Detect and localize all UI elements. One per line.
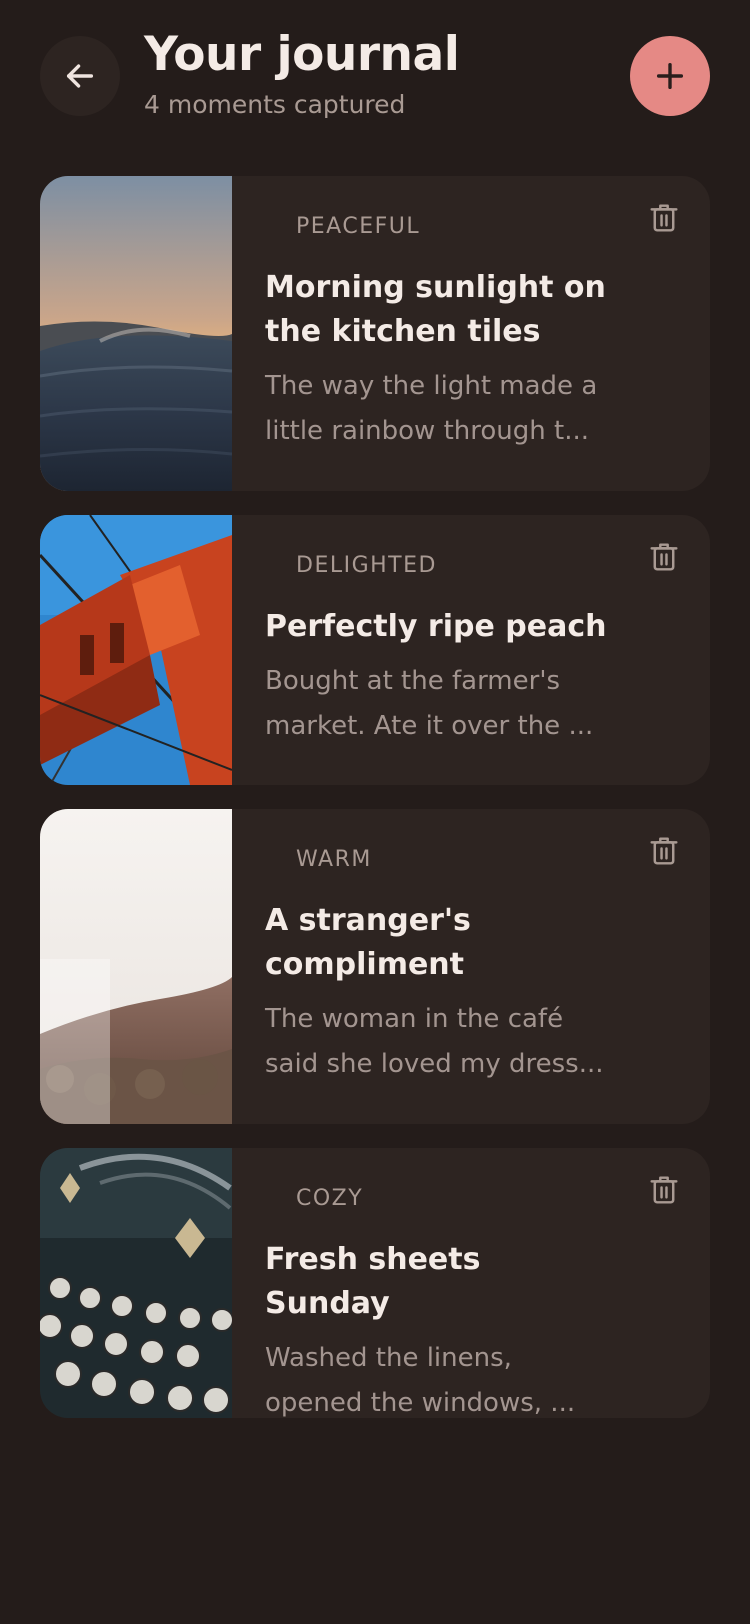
journal-entry-card[interactable]: DELIGHTED Perfectly ripe peach Bought at… xyxy=(40,515,710,785)
entry-excerpt: The woman in the café said she loved my … xyxy=(265,1004,604,1079)
trash-icon xyxy=(650,543,678,571)
page-title: Your journal xyxy=(144,27,460,82)
entry-title: A stranger's compliment xyxy=(265,903,471,982)
entry-content: DELIGHTED Perfectly ripe peach Bought at… xyxy=(232,515,710,785)
mood-label: PEACEFUL xyxy=(296,214,421,239)
mood-label: DELIGHTED xyxy=(296,553,437,578)
header-text: Your journal 4 moments captured xyxy=(144,24,460,122)
journal-list: PEACEFUL Morning sunlight on the kitchen… xyxy=(40,176,710,1442)
entry-thumbnail xyxy=(40,176,232,491)
journal-entry-card[interactable]: COZY Fresh sheets Sunday Washed the line… xyxy=(40,1148,710,1418)
delete-entry-button[interactable] xyxy=(644,831,684,871)
trash-icon xyxy=(650,837,678,865)
trash-icon xyxy=(650,1176,678,1204)
typewriter-photo xyxy=(40,1148,232,1418)
entry-excerpt: Washed the linens, opened the windows, .… xyxy=(265,1343,576,1418)
arrow-left-icon xyxy=(66,64,94,88)
entry-excerpt: The way the light made a little rainbow … xyxy=(265,371,598,446)
ocean-wave-photo xyxy=(40,176,232,491)
mood-label: COZY xyxy=(296,1186,364,1211)
entry-title: Fresh sheets Sunday xyxy=(265,1242,481,1321)
entry-excerpt: Bought at the farmer's market. Ate it ov… xyxy=(265,666,594,741)
back-button[interactable] xyxy=(40,36,120,116)
journal-entry-card[interactable]: WARM A stranger's compliment The woman i… xyxy=(40,809,710,1124)
bridge-photo xyxy=(40,515,232,785)
hills-photo xyxy=(40,809,232,1124)
journal-entry-card[interactable]: PEACEFUL Morning sunlight on the kitchen… xyxy=(40,176,710,491)
entry-thumbnail xyxy=(40,809,232,1124)
header: Your journal 4 moments captured xyxy=(0,0,750,160)
add-entry-button[interactable] xyxy=(630,36,710,116)
trash-icon xyxy=(650,204,678,232)
entry-thumbnail xyxy=(40,1148,232,1418)
mood-label: WARM xyxy=(296,847,372,872)
delete-entry-button[interactable] xyxy=(644,198,684,238)
entry-title: Morning sunlight on the kitchen tiles xyxy=(265,270,606,349)
delete-entry-button[interactable] xyxy=(644,1170,684,1210)
entry-title: Perfectly ripe peach xyxy=(265,609,607,644)
plus-icon xyxy=(656,62,684,90)
delete-entry-button[interactable] xyxy=(644,537,684,577)
entry-content: COZY Fresh sheets Sunday Washed the line… xyxy=(232,1148,710,1418)
entry-thumbnail xyxy=(40,515,232,785)
entry-content: PEACEFUL Morning sunlight on the kitchen… xyxy=(232,176,710,491)
entry-count: 4 moments captured xyxy=(144,90,406,119)
entry-content: WARM A stranger's compliment The woman i… xyxy=(232,809,710,1124)
